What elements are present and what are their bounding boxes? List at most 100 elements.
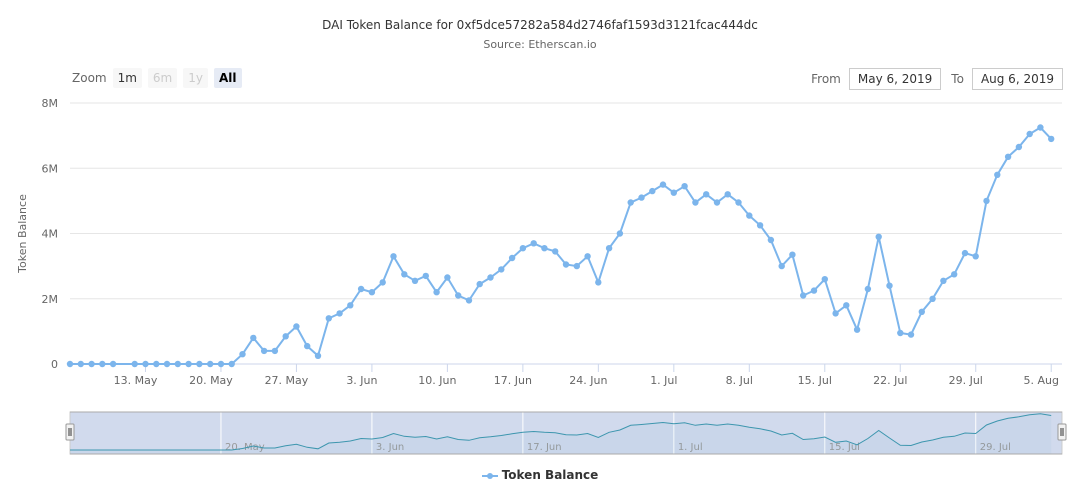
chart-plot: 0 2M 4M 6M 8M Token Balance 13. May 20. May 27. … <box>16 97 1067 455</box>
data-point <box>1048 135 1055 143</box>
data-point <box>304 342 311 350</box>
legend[interactable]: Token Balance <box>0 468 1080 482</box>
y-tick-label: 4M <box>42 228 59 241</box>
data-point <box>616 230 624 237</box>
data-point <box>832 310 839 317</box>
x-tick-label: 24. Jun <box>569 374 607 387</box>
series-line <box>70 126 1052 365</box>
data-point <box>455 292 462 299</box>
data-point <box>142 360 149 368</box>
data-point <box>271 347 279 355</box>
data-point <box>800 292 807 299</box>
data-point <box>897 329 904 337</box>
data-point <box>88 360 95 368</box>
x-tick-label: 8. Jul <box>726 374 753 387</box>
navigator-right-handle[interactable] <box>1057 423 1067 441</box>
data-point <box>875 233 882 240</box>
y-tick-label: 2M <box>42 293 59 306</box>
x-tick-label: 22. Jul <box>873 374 907 387</box>
data-point <box>605 245 613 252</box>
data-point <box>239 351 246 358</box>
data-point <box>1004 153 1012 160</box>
data-point <box>983 197 990 205</box>
data-point <box>573 262 580 270</box>
data-point <box>99 360 106 368</box>
x-tick-label: 29. Jul <box>949 374 983 387</box>
data-point <box>659 181 667 188</box>
x-tick-label: 17. Jun <box>494 374 532 387</box>
data-point <box>185 360 192 368</box>
data-point <box>951 271 958 278</box>
navigator-left-handle[interactable] <box>65 423 75 441</box>
data-point <box>907 331 915 338</box>
data-point <box>379 279 386 286</box>
y-tick-label: 0 <box>51 358 58 371</box>
x-tick-label: 5. Aug <box>1023 374 1058 387</box>
data-point <box>713 199 721 206</box>
data-point <box>681 183 688 190</box>
x-tick-label: 27. May <box>265 374 309 387</box>
data-point <box>368 289 376 296</box>
data-point <box>1015 143 1023 151</box>
data-point <box>541 245 548 252</box>
data-point <box>357 285 365 293</box>
legend-label: Token Balance <box>501 468 599 482</box>
data-point <box>260 347 268 355</box>
data-point <box>670 189 677 196</box>
data-point <box>961 249 969 257</box>
data-point <box>282 333 289 340</box>
data-point <box>638 194 645 201</box>
data-point <box>465 297 473 304</box>
data-point <box>562 261 570 268</box>
data-point <box>584 253 591 260</box>
data-point <box>314 352 322 359</box>
data-point <box>207 360 214 368</box>
data-point <box>843 302 850 309</box>
data-point <box>153 360 160 368</box>
data-point <box>519 245 527 252</box>
data-point <box>778 262 785 270</box>
data-point <box>746 212 753 219</box>
data-point <box>444 274 451 281</box>
y-tick-label: 8M <box>42 97 59 110</box>
data-point <box>390 253 397 260</box>
data-point <box>972 253 979 260</box>
data-point <box>77 360 85 368</box>
data-point <box>789 251 796 258</box>
data-point <box>994 171 1001 178</box>
x-tick-label: 20. May <box>189 374 233 387</box>
data-point <box>476 280 483 288</box>
data-point <box>767 236 775 244</box>
data-point <box>530 240 537 247</box>
data-point <box>487 274 494 281</box>
x-tick-label: 15. Jul <box>798 374 832 387</box>
data-point <box>724 191 731 198</box>
data-point <box>347 302 354 309</box>
data-point <box>336 310 343 317</box>
data-point <box>595 279 602 286</box>
data-point <box>735 199 742 206</box>
x-tick-label: 1. Jul <box>650 374 677 387</box>
data-point <box>174 360 181 368</box>
x-tick-label: 10. Jun <box>418 374 456 387</box>
x-tick-label: 3. Jun <box>346 374 377 387</box>
data-point <box>163 360 171 368</box>
data-point <box>508 254 516 262</box>
data-point <box>886 282 893 289</box>
data-point <box>250 334 257 342</box>
data-point <box>217 360 225 368</box>
data-point <box>1026 130 1033 138</box>
data-point <box>552 248 559 255</box>
data-point <box>498 266 505 273</box>
legend-line-marker <box>481 471 498 481</box>
data-point <box>821 276 828 283</box>
data-point <box>196 360 203 368</box>
data-point <box>692 199 699 206</box>
data-point <box>940 277 947 284</box>
data-point <box>433 289 440 296</box>
data-point <box>627 199 634 206</box>
data-point <box>325 315 332 322</box>
data-point <box>411 277 419 284</box>
data-point <box>293 323 300 330</box>
data-point <box>853 326 861 333</box>
